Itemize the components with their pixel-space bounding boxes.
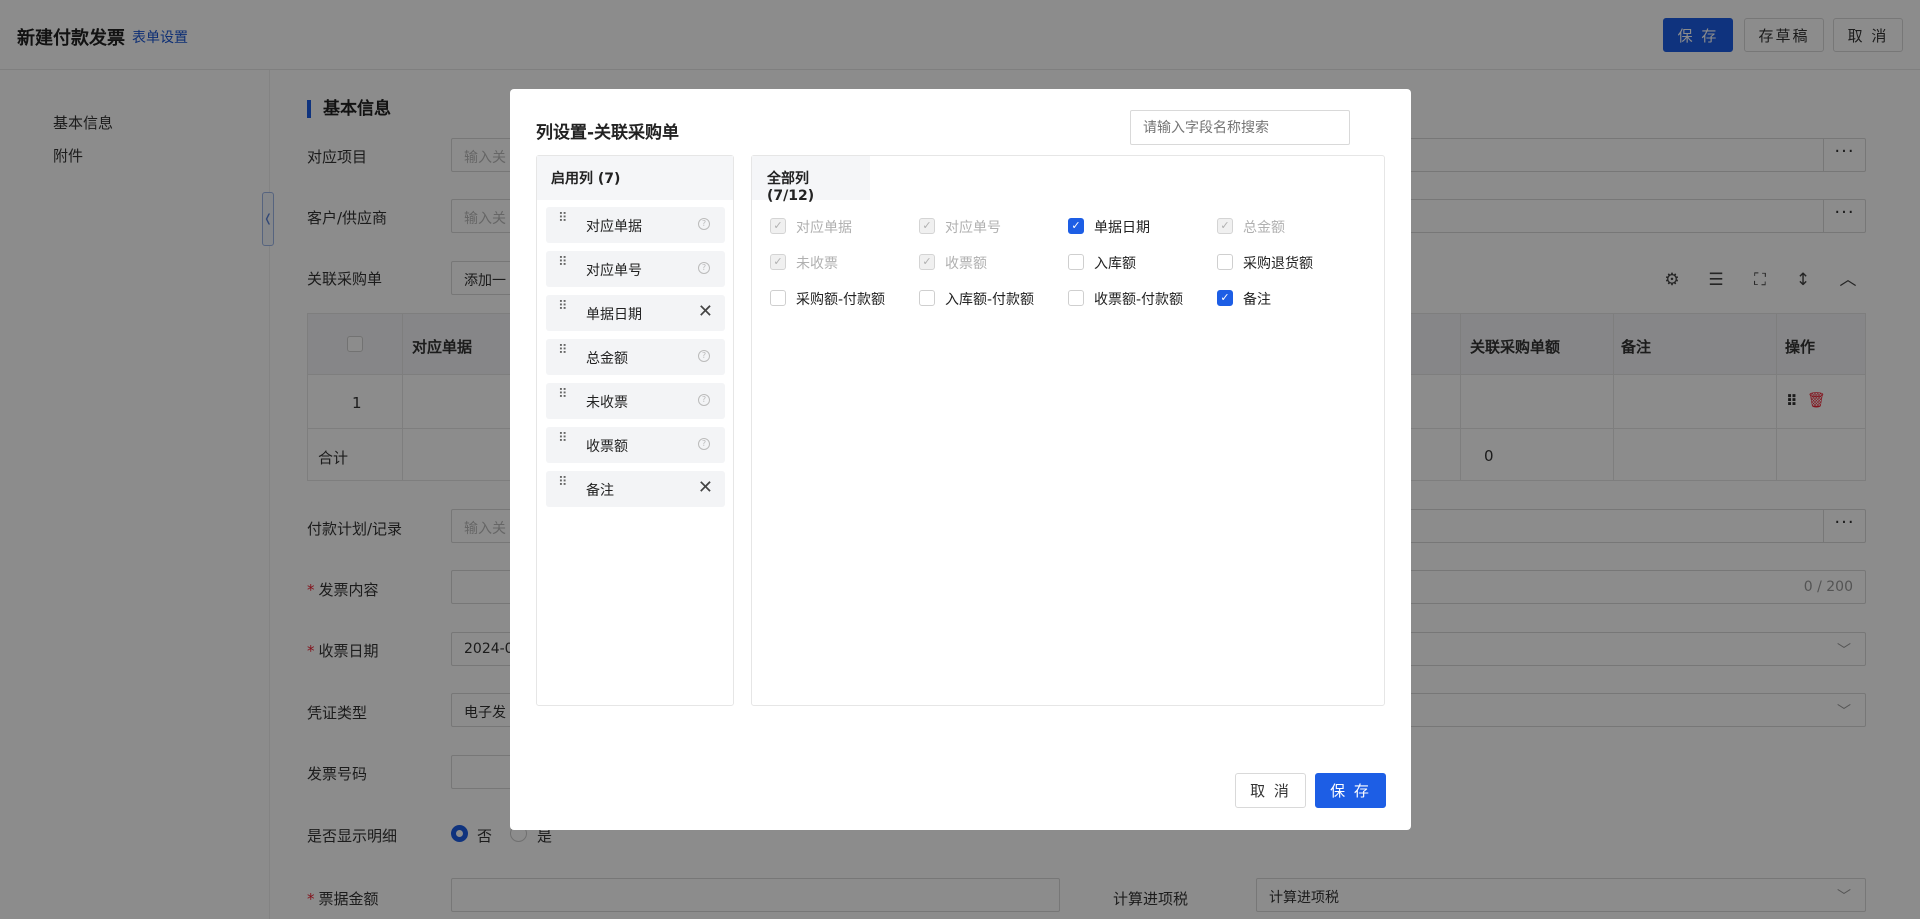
column-option-label: 入库额 bbox=[1094, 256, 1136, 272]
enabled-column-item[interactable]: ⠿ 未收票 ? bbox=[546, 383, 725, 419]
close-icon[interactable]: ✕ bbox=[698, 301, 713, 322]
column-option-checkbox[interactable] bbox=[1068, 290, 1084, 306]
column-option-label: 对应单号 bbox=[945, 220, 1001, 236]
enabled-columns-panel: 启用列 (7) ⠿ 对应单据 ? ⠿ 对应单号 ? ⠿ 单据日期 ✕ ⠿ 总金额… bbox=[536, 155, 734, 706]
modal-cancel-button[interactable]: 取 消 bbox=[1235, 773, 1306, 808]
drag-handle-icon[interactable]: ⠿ bbox=[558, 212, 568, 234]
drag-handle-icon[interactable]: ⠿ bbox=[558, 476, 568, 498]
enabled-column-item[interactable]: ⠿ 收票额 ? bbox=[546, 427, 725, 463]
column-option-checkbox[interactable]: ✓ bbox=[1068, 218, 1084, 234]
help-icon: ? bbox=[698, 218, 710, 230]
help-icon: ? bbox=[698, 394, 710, 406]
column-option-label: 收票额 bbox=[945, 256, 987, 272]
column-option-label: 总金额 bbox=[1243, 220, 1285, 236]
column-option-checkbox: ✓ bbox=[1217, 218, 1233, 234]
column-option-label: 备注 bbox=[1243, 292, 1271, 308]
column-option-label: 入库额-付款额 bbox=[945, 292, 1035, 308]
field-search-input[interactable] bbox=[1130, 110, 1350, 145]
drag-handle-icon[interactable]: ⠿ bbox=[558, 388, 568, 410]
column-option-label: 采购额-付款额 bbox=[796, 292, 886, 308]
column-option-label: 采购退货额 bbox=[1243, 256, 1313, 272]
column-option-checkbox: ✓ bbox=[919, 254, 935, 270]
modal-title: 列设置-关联采购单 bbox=[536, 123, 680, 143]
drag-handle-icon[interactable]: ⠿ bbox=[558, 432, 568, 454]
column-option-checkbox: ✓ bbox=[770, 254, 786, 270]
column-settings-modal: 列设置-关联采购单 启用列 (7) ⠿ 对应单据 ? ⠿ 对应单号 ? ⠿ 单据… bbox=[510, 89, 1411, 830]
column-option-label: 未收票 bbox=[796, 256, 838, 272]
drag-handle-icon[interactable]: ⠿ bbox=[558, 300, 568, 322]
enabled-column-item[interactable]: ⠿ 对应单据 ? bbox=[546, 207, 725, 243]
enabled-column-item[interactable]: ⠿ 备注 ✕ bbox=[546, 471, 725, 507]
help-icon: ? bbox=[698, 438, 710, 450]
column-option-checkbox[interactable] bbox=[1068, 254, 1084, 270]
column-option-label: 收票额-付款额 bbox=[1094, 292, 1184, 308]
all-columns-panel: 全部列 (7/12) ✓ 对应单据 ✓ 对应单号 ✓ 单据日期 ✓ 总金额 ✓ 未收票 ✓ 收票额 入库… bbox=[751, 155, 1385, 706]
column-option-label: 对应单据 bbox=[796, 220, 852, 236]
help-icon: ? bbox=[698, 350, 710, 362]
column-option-checkbox[interactable] bbox=[770, 290, 786, 306]
column-option-checkbox: ✓ bbox=[919, 218, 935, 234]
drag-handle-icon[interactable]: ⠿ bbox=[558, 344, 568, 366]
column-option-checkbox[interactable]: ✓ bbox=[1217, 290, 1233, 306]
close-icon[interactable]: ✕ bbox=[698, 477, 713, 498]
enabled-column-item[interactable]: ⠿ 总金额 ? bbox=[546, 339, 725, 375]
drag-handle-icon[interactable]: ⠿ bbox=[558, 256, 568, 278]
enabled-column-item[interactable]: ⠿ 对应单号 ? bbox=[546, 251, 725, 287]
modal-save-button[interactable]: 保 存 bbox=[1315, 773, 1386, 808]
help-icon: ? bbox=[698, 262, 710, 274]
column-option-label: 单据日期 bbox=[1094, 220, 1150, 236]
all-columns-tab[interactable]: 全部列 (7/12) bbox=[752, 156, 870, 204]
column-option-checkbox[interactable] bbox=[1217, 254, 1233, 270]
column-option-checkbox: ✓ bbox=[770, 218, 786, 234]
enabled-columns-title: 启用列 (7) bbox=[537, 156, 733, 200]
column-option-checkbox[interactable] bbox=[919, 290, 935, 306]
enabled-column-item[interactable]: ⠿ 单据日期 ✕ bbox=[546, 295, 725, 331]
